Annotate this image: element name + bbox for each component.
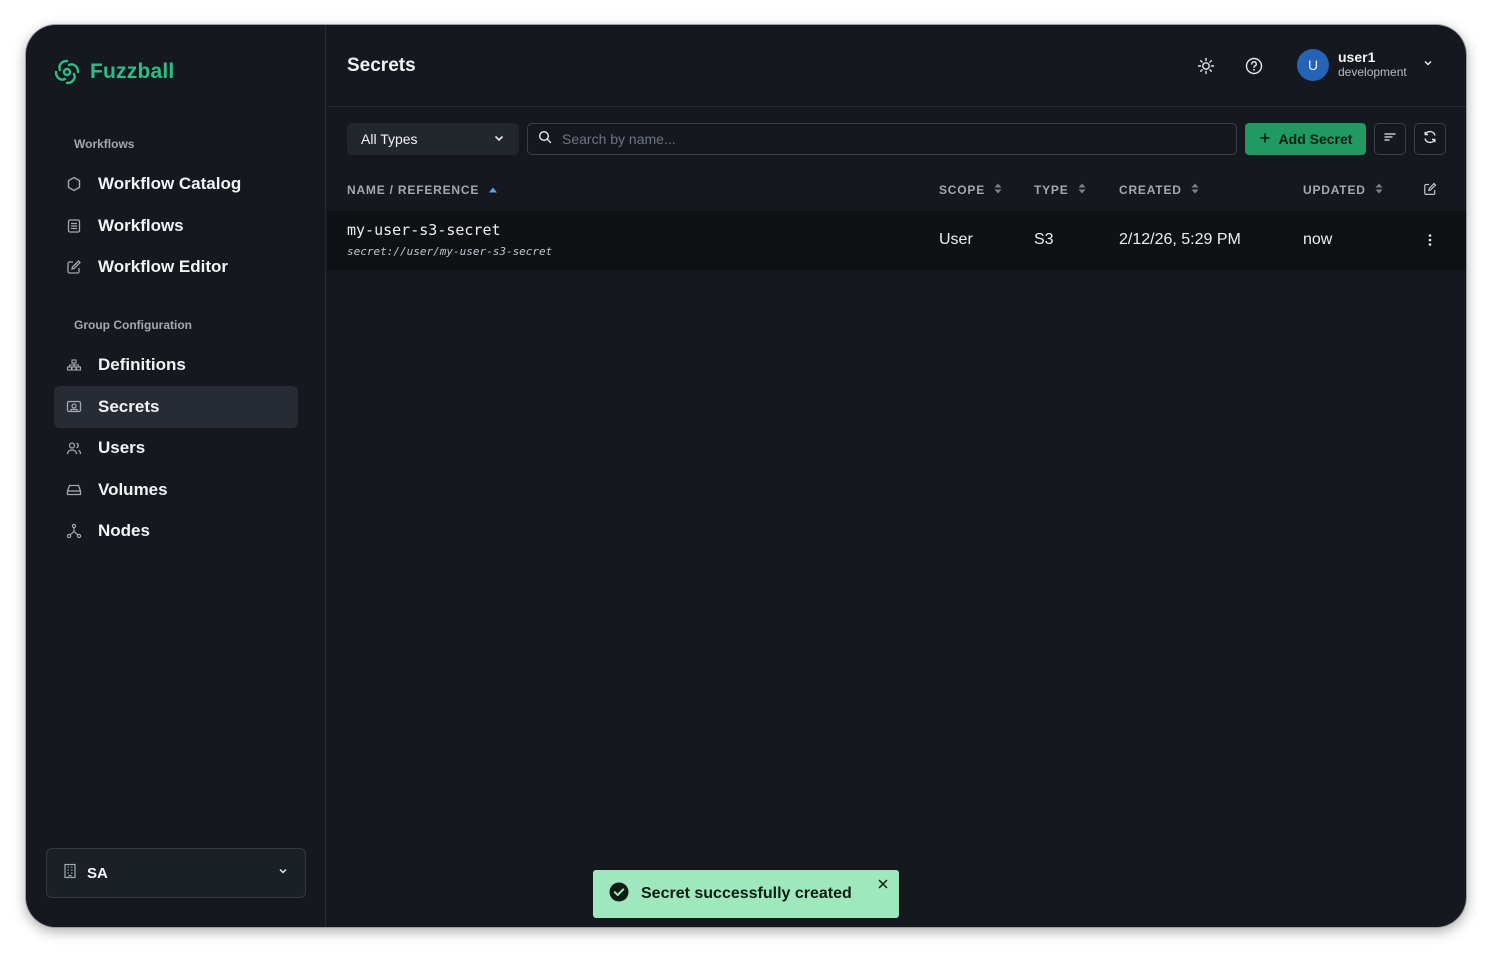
sidebar-item-label: Workflow Editor [98, 257, 229, 276]
document-list-icon [66, 218, 82, 234]
sidebar-item-workflow-editor[interactable]: Workflow Editor [54, 246, 298, 288]
column-header-label: SCOPE [939, 183, 986, 197]
column-header-type[interactable]: TYPE [1034, 183, 1086, 197]
sort-icon [994, 183, 1002, 197]
column-header-label: NAME / REFERENCE [347, 183, 480, 197]
toast-message: Secret successfully created [641, 885, 852, 902]
avatar: U [1297, 49, 1329, 81]
user-environment: development [1338, 65, 1407, 79]
app-name: Fuzzball [90, 60, 175, 83]
section-title-group-configuration: Group Configuration [74, 318, 192, 332]
section-title-workflows: Workflows [74, 137, 135, 151]
secret-updated: now [1303, 231, 1333, 248]
chevron-down-icon [277, 864, 289, 882]
sort-lines-icon [1383, 130, 1397, 149]
column-header-created[interactable]: CREATED [1119, 183, 1199, 197]
close-icon[interactable] [875, 876, 891, 892]
column-header-label: UPDATED [1303, 183, 1366, 197]
refresh-icon [1423, 130, 1437, 149]
sidebar-item-nodes[interactable]: Nodes [54, 510, 298, 552]
hexagon-icon [66, 176, 82, 192]
column-header-name[interactable]: NAME / REFERENCE [347, 183, 498, 197]
type-filter-value: All Types [361, 131, 418, 147]
organization-label: SA [87, 864, 108, 882]
edit-icon [66, 259, 82, 275]
sidebar: Fuzzball Workflows Workflow Catalog Work… [26, 25, 326, 927]
add-secret-button[interactable]: Add Secret [1245, 123, 1366, 155]
page-header: Secrets U user1 development [327, 25, 1466, 107]
sidebar-item-users[interactable]: Users [54, 427, 298, 469]
user-info: user1 development [1338, 50, 1407, 80]
secret-name: my-user-s3-secret [347, 221, 501, 239]
search-input[interactable] [562, 131, 1226, 147]
toolbar: All Types Add Secret [347, 123, 1446, 155]
user-name: user1 [1338, 49, 1376, 65]
sidebar-item-label: Nodes [98, 521, 150, 540]
secret-scope: User [939, 231, 973, 248]
user-menu[interactable]: U user1 development [1297, 49, 1434, 81]
search-box [527, 123, 1237, 155]
fuzzball-logo-icon [54, 59, 80, 85]
sort-icon [1375, 183, 1383, 197]
help-icon[interactable] [1244, 56, 1264, 76]
sidebar-item-label: Secrets [98, 397, 160, 416]
sidebar-item-secrets[interactable]: Secrets [54, 386, 298, 428]
main-content: Secrets U user1 development All Types Se… [327, 25, 1466, 927]
sidebar-item-workflow-catalog[interactable]: Workflow Catalog [54, 163, 298, 205]
logo[interactable]: Fuzzball [52, 57, 174, 87]
edit-columns-icon[interactable] [1423, 182, 1437, 201]
page-title: Secrets [347, 55, 416, 76]
sitemap-icon [66, 357, 82, 373]
sort-icon [1078, 183, 1086, 197]
table-header: NAME / REFERENCE SCOPE TYPE CREATED UPDA… [327, 175, 1466, 207]
sidebar-item-volumes[interactable]: Volumes [54, 469, 298, 511]
sort-options-button[interactable] [1374, 123, 1406, 155]
chevron-down-icon [1422, 56, 1434, 74]
secret-reference: secret://user/my-user-s3-secret [347, 245, 553, 258]
table-row[interactable]: my-user-s3-secret secret://user/my-user-… [327, 211, 1466, 270]
sidebar-item-label: Volumes [98, 480, 168, 499]
app-window: Fuzzball Workflows Workflow Catalog Work… [26, 25, 1466, 927]
column-header-updated[interactable]: UPDATED [1303, 183, 1383, 197]
drive-icon [66, 482, 82, 498]
secret-type: S3 [1034, 231, 1054, 248]
building-icon [63, 863, 77, 884]
secret-created: 2/12/26, 5:29 PM [1119, 231, 1241, 248]
sidebar-item-definitions[interactable]: Definitions [54, 344, 298, 386]
column-header-label: TYPE [1034, 183, 1069, 197]
key-card-icon [66, 399, 82, 415]
theme-toggle-lightbulb-icon[interactable] [1196, 56, 1216, 76]
sidebar-item-label: Workflow Catalog [98, 174, 242, 193]
sort-ascending-icon [488, 183, 498, 197]
add-secret-label: Add Secret [1278, 131, 1353, 147]
type-filter-select[interactable]: All Types [347, 123, 519, 155]
plus-icon [1259, 131, 1271, 147]
nodes-icon [66, 523, 82, 539]
chevron-down-icon [493, 131, 505, 147]
column-header-scope[interactable]: SCOPE [939, 183, 1002, 197]
search-icon [538, 130, 552, 149]
column-header-label: CREATED [1119, 183, 1182, 197]
organization-select[interactable]: SA [46, 848, 306, 898]
sidebar-item-workflows[interactable]: Workflows [54, 205, 298, 247]
refresh-button[interactable] [1414, 123, 1446, 155]
sidebar-item-label: Workflows [98, 216, 184, 235]
users-icon [66, 440, 82, 456]
sidebar-item-label: Definitions [98, 355, 186, 374]
row-actions-kebab-icon[interactable] [1424, 233, 1436, 252]
sidebar-item-label: Users [98, 438, 146, 457]
check-circle-icon [609, 882, 629, 907]
sort-icon [1191, 183, 1199, 197]
success-toast: Secret successfully created [593, 870, 899, 918]
